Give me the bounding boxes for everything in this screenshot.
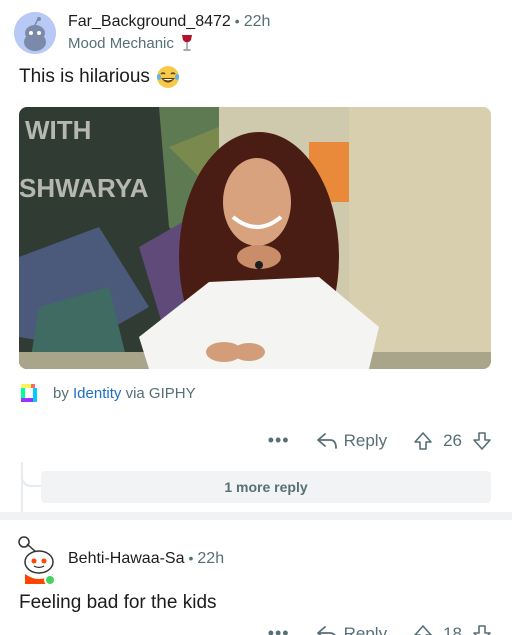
vote-controls: 26 (413, 431, 492, 451)
gif-chalk-text-1: WITH (25, 115, 91, 145)
snoo-avatar-icon (14, 12, 56, 54)
upvote-icon[interactable] (413, 624, 433, 635)
laughing-emoji-icon (156, 66, 179, 88)
comment-text: Feeling bad for the kids (19, 592, 217, 613)
wine-glass-icon (181, 35, 192, 51)
reply-button[interactable]: Reply (316, 431, 387, 451)
more-replies-button[interactable]: 1 more reply (41, 471, 491, 503)
separator-dot: • (234, 13, 240, 29)
comment-actions: ••• Reply 18 (268, 623, 492, 635)
flair-text: Mood Mechanic (68, 34, 174, 52)
thread-branch (21, 462, 41, 487)
avatar[interactable] (14, 534, 56, 586)
reply-arrow-icon (316, 432, 337, 449)
gif-scene-illustration: WITH SHWARYA (19, 107, 491, 369)
downvote-icon[interactable] (472, 431, 492, 451)
reply-label: Reply (343, 623, 388, 635)
avatar[interactable] (14, 12, 56, 54)
username[interactable]: Far_Background_8472 (68, 13, 231, 30)
username[interactable]: Behti-Hawaa-Sa (68, 550, 185, 567)
comment-text: This is hilarious (19, 66, 150, 87)
giphy-logo-icon (21, 384, 37, 402)
more-options-button[interactable]: ••• (268, 623, 290, 635)
comment: Far_Background_8472 • 22h Mood Mechanic Th… (0, 0, 512, 512)
comment-actions: ••• Reply 26 (268, 430, 492, 451)
snoo-avatar-icon (18, 536, 56, 586)
vote-count: 26 (443, 430, 462, 450)
comment: Behti-Hawaa-Sa • 22h Feeling bad for the k… (0, 512, 512, 635)
giphy-attribution: by Identity via GIPHY (19, 382, 196, 404)
reply-button[interactable]: Reply (316, 624, 387, 635)
timestamp: 22h (243, 13, 271, 30)
gif-image[interactable]: WITH SHWARYA (19, 107, 491, 369)
gif-chalk-text-2: SHWARYA (19, 173, 149, 203)
attribution-author-link[interactable]: Identity (73, 385, 121, 402)
attribution-via: via GIPHY (125, 384, 196, 402)
reply-label: Reply (343, 430, 388, 450)
comment-header: Behti-Hawaa-Sa • 22h (68, 550, 224, 568)
separator-dot: • (188, 550, 194, 566)
vote-count: 18 (443, 623, 462, 635)
downvote-icon[interactable] (472, 624, 492, 635)
timestamp: 22h (197, 550, 225, 567)
vote-controls: 18 (413, 624, 492, 635)
comment-body: This is hilarious (19, 65, 180, 89)
more-options-button[interactable]: ••• (268, 430, 290, 451)
comment-header: Far_Background_8472 • 22h Mood Mechanic (68, 13, 270, 52)
user-flair: Mood Mechanic (68, 34, 270, 52)
reply-arrow-icon (316, 625, 336, 635)
comment-body: Feeling bad for the kids (19, 592, 217, 614)
upvote-icon[interactable] (413, 431, 433, 451)
attribution-by: by (53, 384, 69, 402)
